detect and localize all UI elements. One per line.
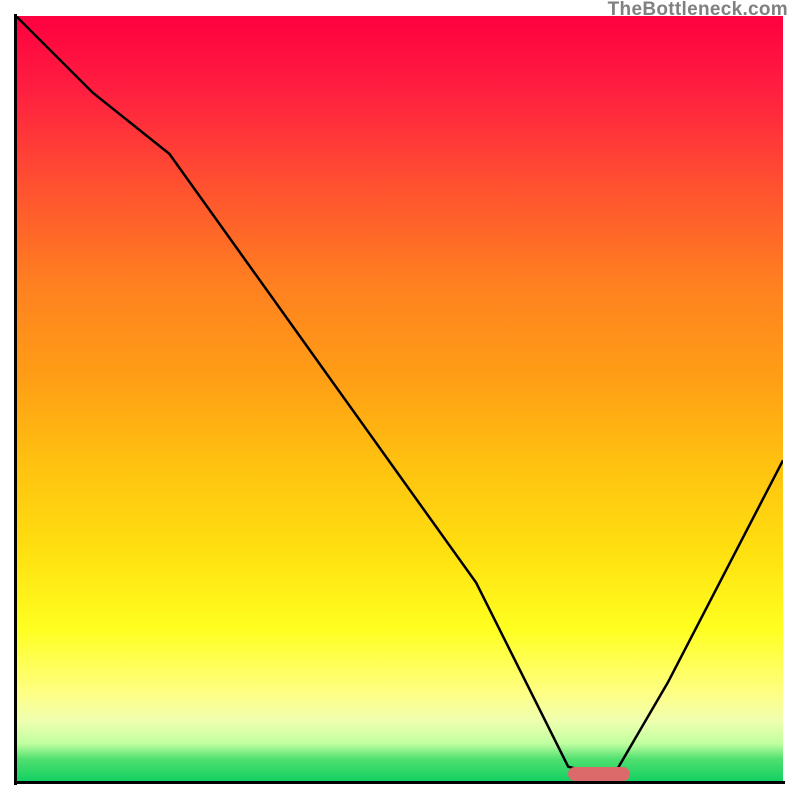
curve-svg	[16, 16, 783, 782]
bottleneck-chart: TheBottleneck.com	[0, 0, 800, 800]
y-axis	[14, 14, 17, 785]
watermark-text: TheBottleneck.com	[608, 0, 788, 21]
x-axis	[14, 781, 785, 784]
bottleneck-curve-line	[16, 16, 783, 774]
optimal-range-marker	[568, 767, 629, 781]
